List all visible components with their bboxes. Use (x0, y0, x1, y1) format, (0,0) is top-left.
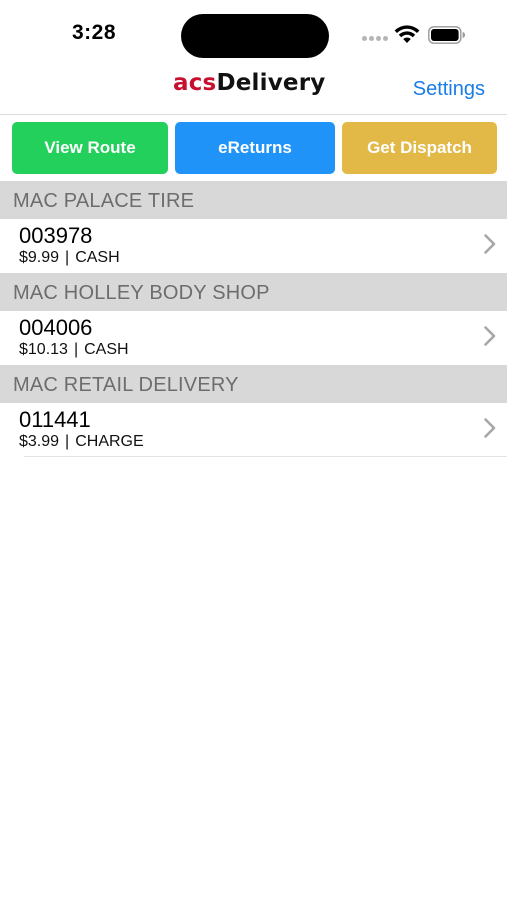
delivery-number: 011441 (19, 407, 91, 432)
delivery-detail: $10.13 | CASH (19, 341, 129, 359)
row-divider (24, 456, 507, 457)
delivery-detail: $3.99 | CHARGE (19, 433, 144, 451)
settings-button[interactable]: Settings (413, 78, 485, 101)
app-screen: 3:28 acsDelivery Settings View Route eRe… (0, 0, 507, 900)
chevron-right-icon (484, 418, 496, 438)
delivery-amount: $10.13 (19, 341, 68, 358)
app-logo: acsDelivery (173, 70, 325, 96)
status-bar: 3:28 (0, 0, 507, 68)
delivery-payment: CASH (84, 341, 129, 358)
logo-prefix: acs (173, 70, 217, 96)
delivery-row[interactable]: 004006 $10.13 | CASH (0, 311, 507, 365)
ereturns-button[interactable]: eReturns (175, 122, 335, 174)
detail-separator: | (65, 249, 70, 266)
section-header-customer: MAC HOLLEY BODY SHOP (0, 273, 507, 311)
detail-separator: | (73, 341, 79, 358)
delivery-row[interactable]: 011441 $3.99 | CHARGE (0, 403, 507, 457)
section-header-customer: MAC RETAIL DELIVERY (0, 365, 507, 403)
delivery-payment: CASH (75, 249, 120, 266)
delivery-detail: $9.99 | CASH (19, 249, 120, 267)
delivery-number: 004006 (19, 315, 93, 340)
detail-separator: | (65, 433, 70, 450)
delivery-payment: CHARGE (75, 433, 144, 450)
wifi-icon (394, 25, 420, 43)
delivery-number: 003978 (19, 223, 93, 248)
signal-dots-icon (362, 36, 388, 42)
delivery-row[interactable]: 003978 $9.99 | CASH (0, 219, 507, 273)
navigation-bar: acsDelivery Settings (0, 68, 507, 115)
delivery-amount: $9.99 (19, 249, 60, 266)
logo-suffix: Delivery (216, 70, 326, 96)
chevron-right-icon (484, 234, 496, 254)
view-route-button[interactable]: View Route (12, 122, 168, 174)
delivery-amount: $3.99 (19, 433, 60, 450)
battery-icon (428, 26, 465, 44)
get-dispatch-button[interactable]: Get Dispatch (342, 122, 497, 174)
section-header-customer: MAC PALACE TIRE (0, 181, 507, 219)
dynamic-island (181, 14, 329, 58)
status-time: 3:28 (72, 21, 117, 44)
chevron-right-icon (484, 326, 496, 346)
action-button-row: View Route eReturns Get Dispatch (0, 121, 507, 175)
delivery-list: MAC PALACE TIRE 003978 $9.99 | CASH MAC HO… (0, 181, 507, 457)
